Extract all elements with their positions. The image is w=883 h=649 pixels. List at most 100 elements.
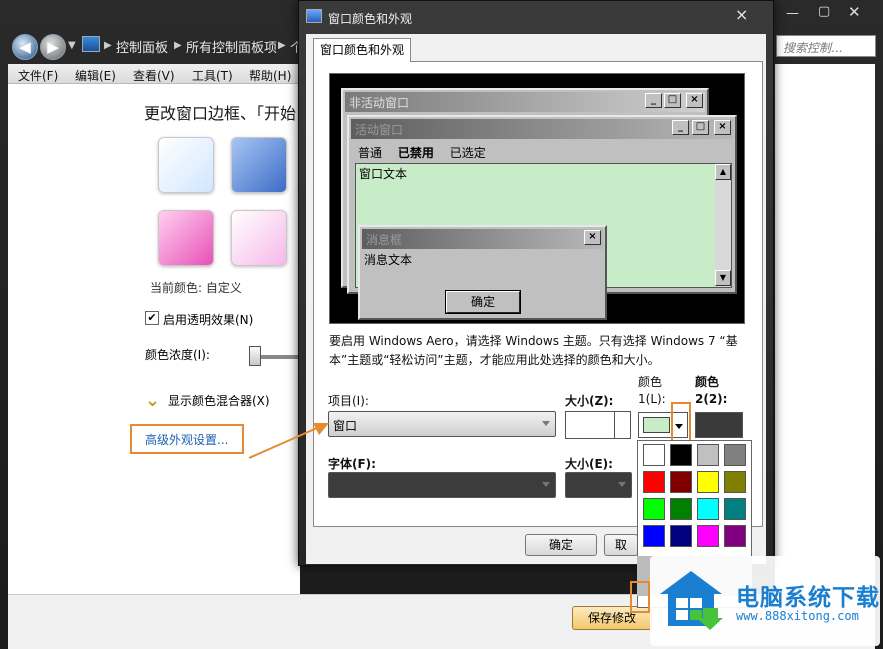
dialog-close-icon[interactable]: × bbox=[735, 5, 748, 24]
preview-msgbox-title: 消息框 bbox=[366, 233, 403, 247]
palette-color-cell[interactable] bbox=[724, 498, 746, 520]
preview-msgbox-text: 消息文本 bbox=[364, 253, 413, 267]
size-input[interactable] bbox=[565, 411, 615, 439]
preview-window-text: 窗口文本 bbox=[359, 167, 408, 181]
palette-color-cell[interactable] bbox=[697, 498, 719, 520]
menu-file[interactable]: 文件(F) bbox=[18, 67, 58, 84]
size-spinner[interactable] bbox=[615, 411, 631, 439]
chevron-down-icon bbox=[542, 421, 550, 426]
font-size-select[interactable] bbox=[565, 472, 632, 498]
minimize-icon: _ bbox=[672, 120, 689, 135]
color-swatch-sky[interactable] bbox=[158, 137, 214, 193]
close-icon: × bbox=[714, 120, 731, 135]
palette-color-cell[interactable] bbox=[643, 471, 665, 493]
color-swatch-fuchsia[interactable] bbox=[158, 210, 214, 266]
palette-color-cell[interactable] bbox=[670, 498, 692, 520]
minimize-icon[interactable]: — bbox=[786, 6, 799, 21]
watermark-url: www.888xitong.com bbox=[736, 609, 859, 623]
annotation-arrow-icon bbox=[248, 423, 329, 459]
palette-color-cell[interactable] bbox=[697, 525, 719, 547]
palette-color-cell[interactable] bbox=[643, 498, 665, 520]
chevron-down-icon bbox=[542, 482, 550, 487]
menu-view[interactable]: 查看(V) bbox=[133, 67, 175, 84]
preview-menu-selected[interactable]: 已选定 bbox=[450, 146, 486, 160]
other-color-highlight bbox=[630, 581, 650, 613]
font-select[interactable] bbox=[328, 472, 556, 498]
close-icon[interactable]: ✕ bbox=[848, 3, 861, 21]
menu-tools[interactable]: 工具(T) bbox=[192, 67, 233, 84]
menu-help[interactable]: 帮助(H) bbox=[249, 67, 291, 84]
preview-menu: 普通 已禁用 已选定 bbox=[358, 144, 498, 161]
control-panel-icon bbox=[82, 36, 100, 52]
preview-active-title: 活动窗口 bbox=[355, 123, 404, 137]
item-label: 项目(I): bbox=[328, 394, 369, 408]
item-select-value: 窗口 bbox=[333, 419, 358, 433]
transparency-label: 启用透明效果(N) bbox=[163, 313, 254, 327]
palette-color-cell[interactable] bbox=[724, 444, 746, 466]
palette-color-cell[interactable] bbox=[670, 525, 692, 547]
palette-color-cell[interactable] bbox=[724, 471, 746, 493]
size-label: 大小(Z): bbox=[565, 394, 614, 408]
menu-edit[interactable]: 编辑(E) bbox=[75, 67, 116, 84]
palette-color-cell[interactable] bbox=[670, 444, 692, 466]
close-icon: × bbox=[686, 93, 703, 108]
intensity-slider-thumb[interactable] bbox=[249, 346, 261, 366]
palette-color-cell[interactable] bbox=[724, 525, 746, 547]
cancel-button[interactable]: 取 bbox=[604, 534, 638, 556]
maximize-icon: □ bbox=[664, 93, 681, 108]
palette-color-cell[interactable] bbox=[643, 525, 665, 547]
search-input[interactable]: 搜索控制... bbox=[776, 35, 876, 57]
advanced-appearance-link[interactable]: 高级外观设置... bbox=[130, 424, 244, 454]
palette-color-cell[interactable] bbox=[697, 471, 719, 493]
back-arrow-icon[interactable]: ◀ bbox=[12, 34, 38, 60]
transparency-checkbox[interactable]: ✔ bbox=[145, 311, 159, 325]
dialog-app-icon bbox=[306, 9, 322, 23]
chevron-down-icon bbox=[618, 482, 626, 487]
breadcrumb-sep-icon: ▶ bbox=[174, 40, 182, 51]
chevron-down-icon[interactable]: ⌄ bbox=[145, 390, 160, 411]
minimize-icon: _ bbox=[645, 93, 662, 108]
palette-color-cell[interactable] bbox=[643, 444, 665, 466]
current-color-label: 当前颜色: 自定义 bbox=[150, 281, 242, 295]
intensity-slider-track[interactable] bbox=[255, 355, 300, 359]
color-swatch-blush[interactable] bbox=[231, 210, 287, 266]
preview-ok-button[interactable]: 确定 bbox=[445, 290, 521, 314]
forward-arrow-icon[interactable]: ▶ bbox=[40, 34, 66, 60]
preview-menu-disabled[interactable]: 已禁用 bbox=[398, 146, 434, 160]
watermark-title: 电脑系统下载 bbox=[736, 585, 880, 611]
font-size-label: 大小(E): bbox=[565, 457, 613, 471]
breadcrumb-control-panel[interactable]: 控制面板 bbox=[116, 37, 168, 56]
breadcrumb-sep-icon: ▶ bbox=[104, 40, 112, 51]
palette-color-cell[interactable] bbox=[697, 444, 719, 466]
color1-swatch bbox=[643, 417, 670, 433]
color-swatch-twilight[interactable] bbox=[231, 137, 287, 193]
ok-button[interactable]: 确定 bbox=[525, 534, 597, 556]
palette-color-cell[interactable] bbox=[670, 471, 692, 493]
preview-scrollbar[interactable] bbox=[715, 164, 731, 287]
close-icon: × bbox=[584, 230, 601, 245]
preview-msgbox-titlebar: 消息框 bbox=[362, 229, 603, 249]
tab-window-color[interactable]: 窗口颜色和外观 bbox=[313, 38, 411, 62]
scroll-up-icon[interactable]: ▲ bbox=[715, 164, 731, 180]
color2-label: 颜色 2(2): bbox=[695, 375, 728, 406]
history-dropdown-icon[interactable]: ▼ bbox=[68, 40, 76, 51]
breadcrumb-all-items[interactable]: 所有控制面板项 bbox=[186, 37, 277, 56]
page-title: 更改窗口边框、「开始 bbox=[144, 104, 297, 123]
house-logo-icon bbox=[660, 571, 723, 630]
breadcrumb-sep-icon: ▶ bbox=[278, 40, 286, 51]
maximize-icon: □ bbox=[692, 120, 709, 135]
font-label: 字体(F): bbox=[328, 457, 376, 471]
intensity-label: 颜色浓度(I): bbox=[145, 348, 210, 362]
maximize-icon[interactable]: ▢ bbox=[818, 4, 830, 19]
color-mixer-toggle[interactable]: 显示颜色混合器(X) bbox=[168, 392, 270, 409]
color1-label: 颜色 1(L): bbox=[638, 375, 666, 406]
dialog-title: 窗口颜色和外观 bbox=[328, 12, 413, 26]
preview-menu-normal[interactable]: 普通 bbox=[358, 146, 382, 160]
scroll-down-icon[interactable]: ▼ bbox=[715, 270, 731, 286]
item-select[interactable]: 窗口 bbox=[328, 411, 556, 437]
preview-inactive-title: 非活动窗口 bbox=[349, 96, 410, 110]
menu-bar: 文件(F) 编辑(E) 查看(V) 工具(T) 帮助(H) bbox=[8, 64, 300, 84]
aero-info-text: 要启用 Windows Aero，请选择 Windows 主题。只有选择 Win… bbox=[329, 334, 738, 367]
color2-button[interactable] bbox=[695, 412, 743, 438]
content-area-right bbox=[775, 64, 875, 594]
